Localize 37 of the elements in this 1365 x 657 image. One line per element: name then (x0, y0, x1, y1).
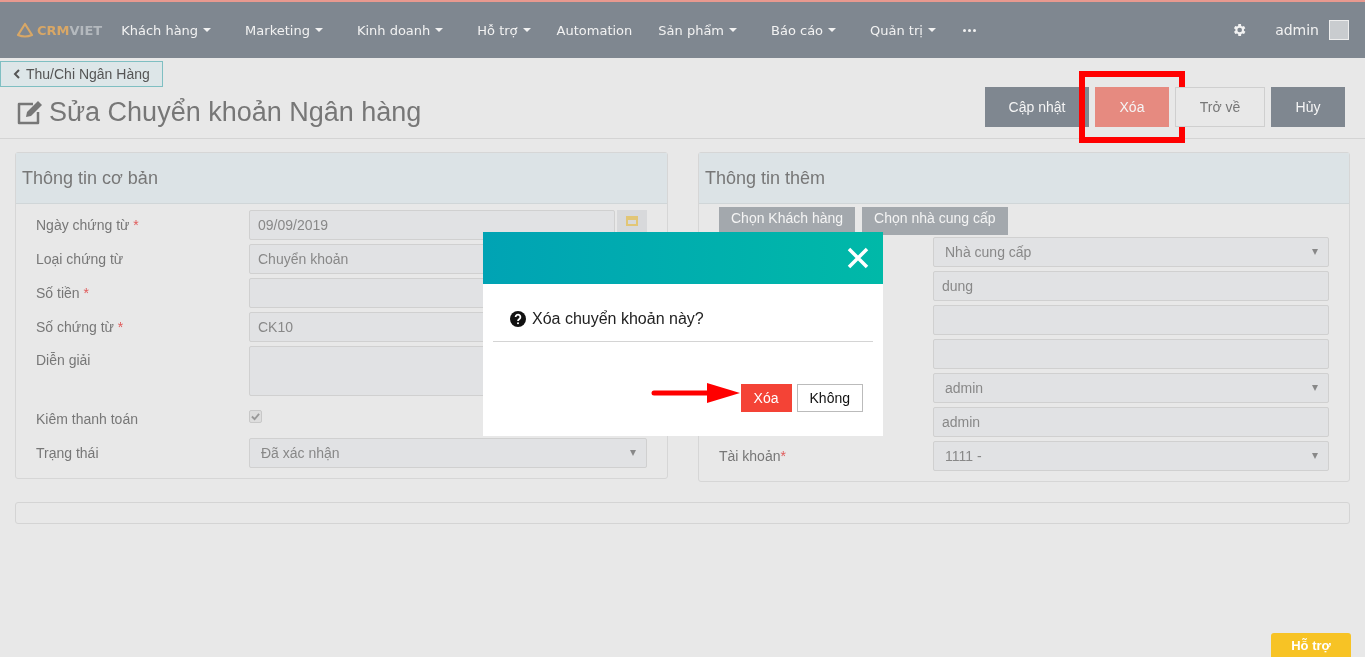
nav-menu-item[interactable]: Hỗ trợ (464, 22, 544, 38)
select-field[interactable]: Đã xác nhận (249, 438, 647, 468)
nav-menu-item[interactable]: Automation (543, 22, 646, 38)
field-label: Ngày chứng từ * (36, 217, 140, 233)
action-button[interactable]: Trở về (1175, 86, 1265, 127)
input-field[interactable]: dung (933, 271, 1329, 301)
field-label: Loại chứng từ (36, 251, 125, 267)
action-button[interactable]: Hủy (1271, 86, 1345, 127)
delete-button[interactable]: Xóa (1095, 86, 1169, 127)
nav-menu-item[interactable]: Quản trị (857, 22, 949, 38)
panel-title: Thông tin thêm (705, 167, 826, 189)
cancel-button[interactable]: Không (796, 384, 863, 412)
select-field[interactable]: 1111 - (933, 441, 1329, 471)
action-button[interactable]: Cập nhật (985, 86, 1089, 127)
nav-menu-item[interactable]: Khách hàng (108, 22, 225, 38)
field-label: Diễn giải (36, 351, 92, 368)
date-field[interactable]: 09/09/2019 (249, 210, 615, 240)
select-field[interactable]: Nhà cung cấp (933, 237, 1329, 267)
help-button[interactable]: Hỗ trợ (1271, 633, 1351, 657)
field-label: Số chứng từ * (36, 319, 125, 335)
page-title: Sửa Chuyển khoản Ngân hàng (49, 97, 422, 128)
field-label: Tài khoản* (719, 448, 787, 464)
choose-button[interactable]: Chọn Khách hàng (719, 207, 856, 235)
nav-menu-item[interactable]: Sản phẩm (645, 22, 750, 38)
breadcrumb-link[interactable]: Thu/Chi Ngân Hàng (0, 61, 163, 87)
confirm-delete-button[interactable]: Xóa (740, 384, 792, 412)
nav-menu-item[interactable]: Báo cáo (758, 22, 850, 38)
select-field[interactable]: admin (933, 373, 1329, 403)
input-field[interactable]: admin (933, 407, 1329, 437)
field-label: Kiêm thanh toán (36, 411, 139, 427)
nav-menu-item[interactable]: Marketing (232, 22, 336, 38)
panel-title: Thông tin cơ bản (22, 167, 158, 189)
choose-button[interactable]: Chọn nhà cung cấp (862, 207, 1008, 235)
field-label: Số tiền * (36, 285, 90, 301)
field-label: Trạng thái (36, 445, 100, 461)
user-name[interactable]: admin (1275, 22, 1319, 38)
nav-menu-item[interactable]: Kinh doanh (343, 22, 457, 38)
